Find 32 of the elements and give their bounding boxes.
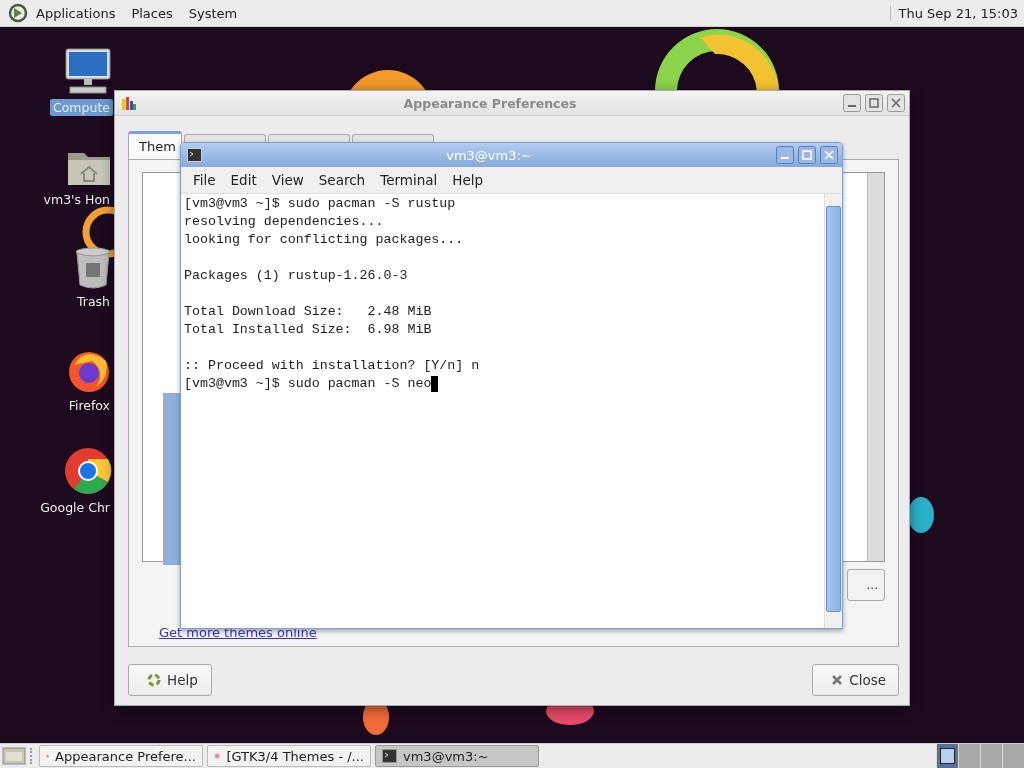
desktop-icon-label[interactable]: Google Chr [37, 499, 113, 516]
close-dialog-button[interactable]: Close [812, 664, 899, 696]
clock[interactable]: Thu Sep 21, 15:03 [889, 5, 1018, 21]
panel-menu[interactable]: Applications [36, 5, 116, 21]
menu-item[interactable]: View [271, 172, 304, 188]
terminal-line: Packages (1) rustup-1.26.0-3 [184, 267, 408, 285]
terminal-line: [vm3@vm3 ~]$ sudo pacman -S neo [184, 375, 432, 393]
terminal-line: [vm3@vm3 ~]$ sudo pacman -S rustup [184, 195, 456, 213]
desktop-icon-label[interactable]: Firefox [65, 397, 113, 414]
details-button[interactable]: ... [847, 569, 885, 601]
help-button[interactable]: Help [128, 664, 212, 696]
menu-item[interactable]: Help [452, 172, 484, 188]
window-title: Appearance Preferences [402, 95, 578, 111]
terminal-line: :: Proceed with installation? [Y/n] n [184, 357, 480, 375]
terminal-line: looking for conflicting packages... [184, 231, 464, 249]
taskbar-button[interactable]: vm3@vm3:~ [375, 745, 539, 767]
menu-item[interactable]: File [193, 172, 216, 188]
taskbar-button[interactable]: Appearance Prefere... [39, 745, 203, 767]
terminal-line: Total Installed Size: 6.98 MiB [184, 321, 432, 339]
menu-item[interactable]: Search [318, 172, 366, 188]
themes-link[interactable]: Get more themes online [159, 625, 317, 640]
panel-menu[interactable]: System [188, 5, 238, 21]
menu-item[interactable]: Terminal [380, 172, 438, 188]
menu-item[interactable]: Edit [230, 172, 257, 188]
window-title: vm3@vm3:~ [445, 147, 533, 163]
panel-menu[interactable]: Places [131, 5, 173, 21]
terminal-line: Total Download Size: 2.48 MiB [184, 303, 432, 321]
desktop-icon-label[interactable]: Trash [73, 293, 113, 310]
tab[interactable]: Them [128, 131, 182, 159]
desktop-icon-label[interactable]: vm3's Hon [40, 191, 113, 208]
terminal-line: resolving dependencies... [184, 213, 384, 231]
taskbar-button[interactable]: [GTK3/4 Themes - /... [207, 745, 371, 767]
